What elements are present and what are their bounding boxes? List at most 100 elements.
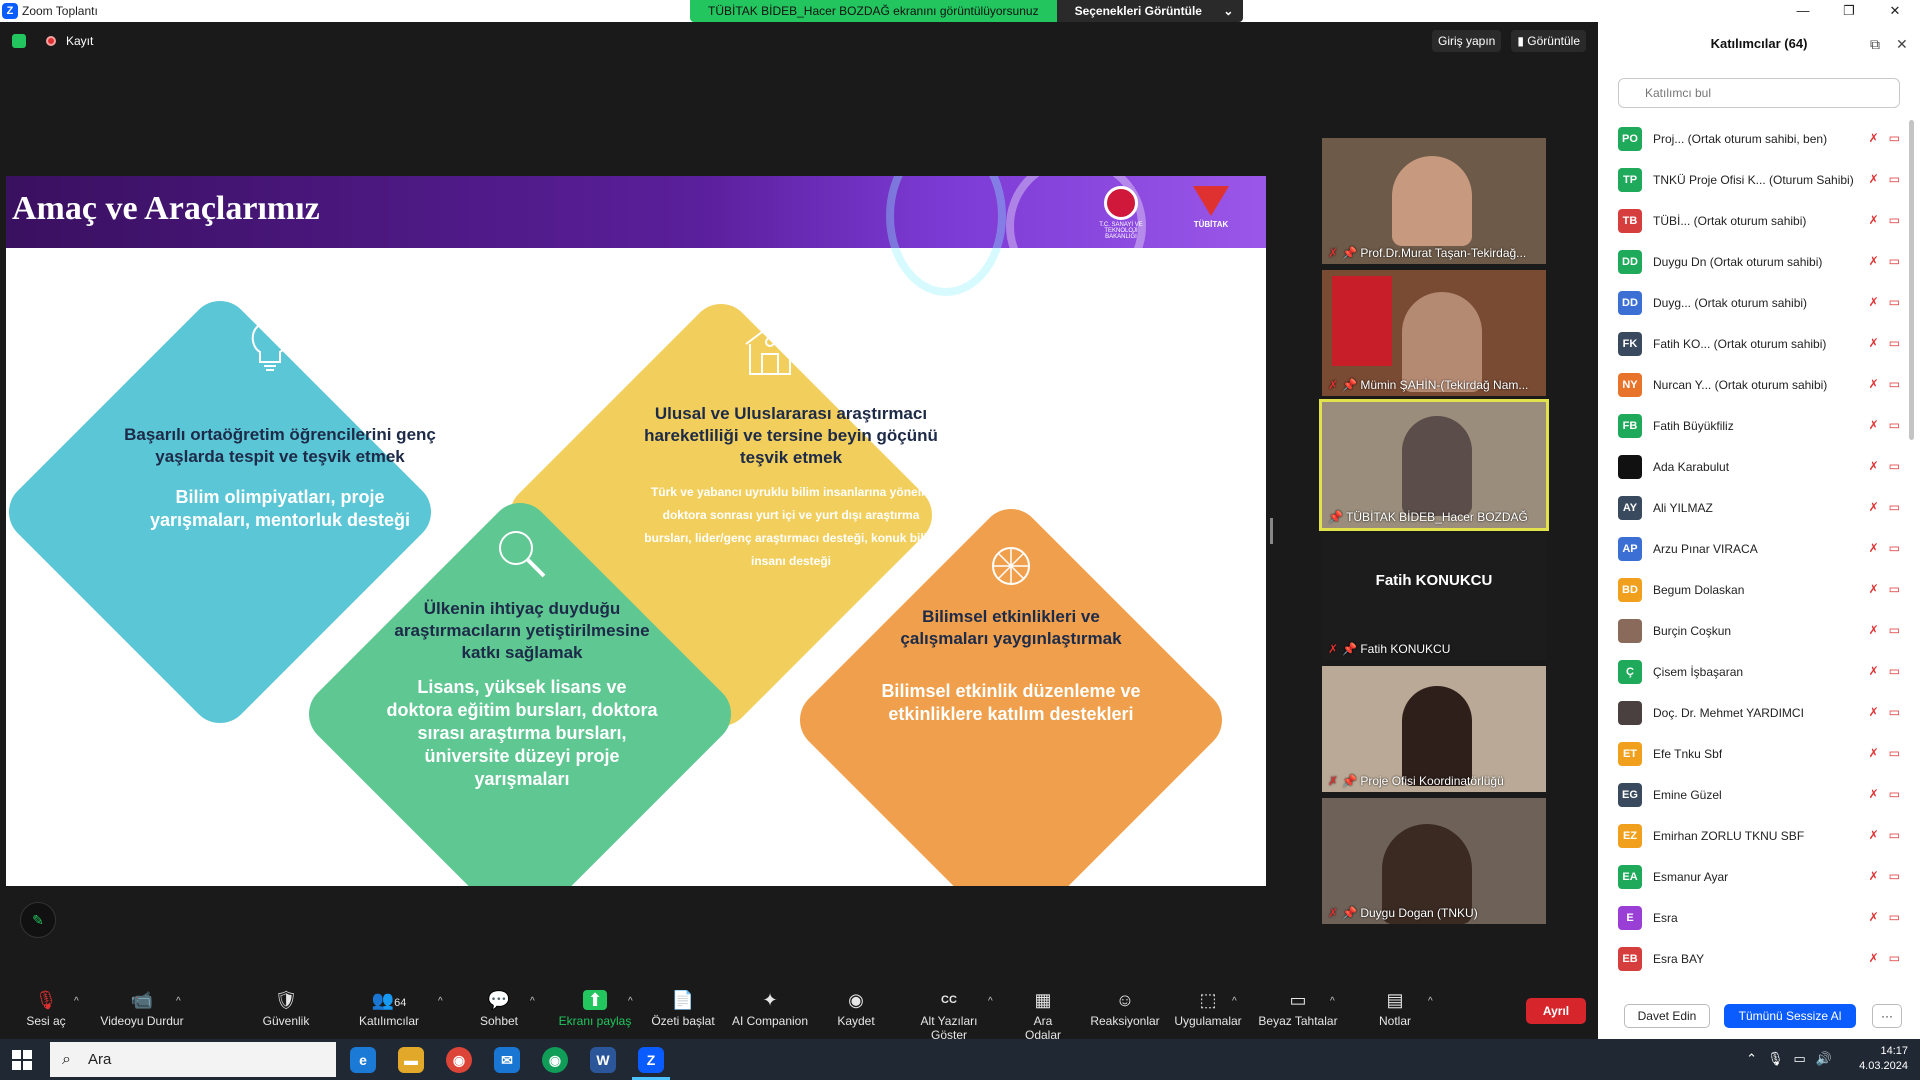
video-tile[interactable]: ✗ 📌 Prof.Dr.Murat Taşan-Tekirdağ... — [1322, 138, 1546, 264]
leave-button[interactable]: Ayrıl — [1526, 998, 1586, 1024]
muted-mic-icon: ✗ — [1868, 254, 1879, 268]
avatar: FB — [1618, 413, 1642, 438]
chat-bubble-icon: 💬 — [487, 990, 511, 1010]
video-options-caret[interactable]: ^ — [176, 996, 181, 1007]
avatar: PO — [1618, 126, 1642, 151]
participant-row[interactable]: Ada Karabulut ✗ ▭ — [1618, 446, 1908, 487]
edge-icon[interactable]: e — [350, 1047, 376, 1073]
participant-row[interactable]: FK Fatih KO... (Ortak oturum sahibi) ✗ ▭ — [1618, 323, 1908, 364]
participant-row[interactable]: TP TNKÜ Proje Ofisi K... (Oturum Sahibi) ✗… — [1618, 159, 1908, 200]
participant-status-icons: ✗ ▭ — [1869, 172, 1900, 186]
muted-mic-icon: ✗ — [1868, 623, 1879, 637]
microphone-tray-icon[interactable]: 🎙 — [1767, 1051, 1784, 1067]
mail-icon[interactable]: ✉ — [494, 1047, 520, 1073]
slide-header: Amaç ve Araçlarımız T.C. SANAYİ VE TEKNO… — [6, 176, 1266, 296]
participant-row[interactable]: AP Arzu Pınar VIRACA ✗ ▭ — [1618, 528, 1908, 569]
security-shield-icon[interactable] — [12, 34, 26, 48]
muted-mic-icon: ✗ — [1868, 705, 1879, 719]
participant-row[interactable]: TB TÜBİ... (Ortak oturum sahibi) ✗ ▭ — [1618, 200, 1908, 241]
captions-button[interactable]: CC Alt Yazıları Göster — [902, 990, 996, 1042]
whiteboards-options-caret[interactable]: ^ — [1330, 996, 1335, 1007]
ai-companion-button[interactable]: ✦ AI Companion — [730, 990, 810, 1028]
view-options-label: Seçenekleri Görüntüle — [1074, 4, 1202, 18]
windows-start-icon[interactable] — [12, 1050, 32, 1070]
close-window-button[interactable]: ✕ — [1872, 0, 1918, 22]
participants-options-caret[interactable]: ^ — [438, 996, 443, 1007]
invite-button[interactable]: Davet Edin — [1624, 1004, 1710, 1028]
file-explorer-icon[interactable]: ▬ — [398, 1047, 424, 1073]
captions-options-caret[interactable]: ^ — [988, 996, 993, 1007]
muted-mic-icon: ✗ — [1868, 418, 1879, 432]
ai-sparkle-icon: ✦ — [762, 990, 778, 1010]
share-options-caret[interactable]: ^ — [628, 996, 633, 1007]
network-icon[interactable]: ▭ — [1794, 1051, 1806, 1067]
breakout-rooms-button[interactable]: ▦ Ara Odalar — [1014, 990, 1072, 1042]
close-icon[interactable]: ✕ — [1896, 36, 1908, 53]
chrome-profile-icon[interactable]: ◉ — [542, 1047, 568, 1073]
participant-status-icons: ✗ ▭ — [1869, 787, 1900, 801]
system-clock[interactable]: 14:17 4.03.2024 — [1859, 1044, 1908, 1074]
restore-button[interactable]: ❐ — [1826, 0, 1872, 22]
participant-row[interactable]: AY Ali YILMAZ ✗ ▭ — [1618, 487, 1908, 528]
stop-video-button[interactable]: 📹 Videoyu Durdur — [96, 990, 188, 1028]
participant-row[interactable]: NY Nurcan Y... (Ortak oturum sahibi) ✗ ▭ — [1618, 364, 1908, 405]
notes-button[interactable]: ▤ Notlar — [1376, 990, 1414, 1028]
apps-options-caret[interactable]: ^ — [1232, 996, 1237, 1007]
video-tile[interactable]: ✗ 📌 Duygu Dogan (TNKU) — [1322, 798, 1546, 924]
participant-row[interactable]: EA Esmanur Ayar ✗ ▭ — [1618, 856, 1908, 897]
participant-status-icons: ✗ ▭ — [1869, 623, 1900, 637]
video-tile[interactable]: ✗ 📌 Proje Ofisi Koordinatörlüğü — [1322, 666, 1546, 792]
zoom-taskbar-icon[interactable]: Z — [638, 1047, 664, 1073]
participant-row[interactable]: FB Fatih Büyükfiliz ✗ ▭ — [1618, 405, 1908, 446]
video-tile[interactable]: ✗ 📌 Mümin ŞAHİN-(Tekirdağ Nam... — [1322, 270, 1546, 396]
reactions-button[interactable]: ☺ Reaksiyonlar — [1090, 990, 1160, 1028]
view-button[interactable]: ▮ Görüntüle — [1511, 30, 1586, 52]
participant-search-input[interactable] — [1618, 78, 1900, 108]
record-button[interactable]: ◉ Kaydet — [836, 990, 876, 1028]
participant-row[interactable]: DD Duygu Dn (Ortak oturum sahibi) ✗ ▭ — [1618, 241, 1908, 282]
participant-name: Ada Karabulut — [1653, 459, 1730, 474]
participant-row[interactable]: EZ Emirhan ZORLU TKNU SBF ✗ ▭ — [1618, 815, 1908, 856]
participant-status-icons: ✗ ▭ — [1869, 131, 1900, 145]
chat-options-caret[interactable]: ^ — [530, 996, 535, 1007]
participant-row[interactable]: E Esra ✗ ▭ — [1618, 897, 1908, 938]
volume-icon[interactable]: 🔊 — [1816, 1051, 1832, 1067]
participant-row[interactable]: BD Begum Dolaskan ✗ ▭ — [1618, 569, 1908, 610]
annotate-pencil-icon[interactable]: ✎ — [20, 902, 56, 938]
resize-handle[interactable] — [1270, 518, 1273, 544]
mute-all-button[interactable]: Tümünü Sessize Al — [1724, 1004, 1856, 1028]
word-icon[interactable]: W — [590, 1047, 616, 1073]
muted-mic-icon: ✗ — [1328, 906, 1339, 920]
popout-icon[interactable]: ⧉ — [1870, 36, 1880, 53]
video-tile-active-speaker[interactable]: 📌 TÜBİTAK BİDEB_Hacer BOZDAĞ — [1319, 399, 1549, 531]
more-options-button[interactable]: ··· — [1872, 1004, 1902, 1028]
participant-row[interactable]: Burçin Coşkun ✗ ▭ — [1618, 610, 1908, 651]
participant-row[interactable]: EG Emine Güzel ✗ ▭ — [1618, 774, 1908, 815]
participant-row[interactable]: DD Duyg... (Ortak oturum sahibi) ✗ ▭ — [1618, 282, 1908, 323]
unmute-button[interactable]: 🎙 Sesi aç — [26, 990, 66, 1028]
participant-name: Duyg... (Ortak oturum sahibi) — [1653, 295, 1808, 310]
security-button[interactable]: 🛡 Güvenlik — [256, 990, 316, 1028]
participant-row[interactable]: EB Esra BAY ✗ ▭ — [1618, 938, 1908, 979]
chrome-icon[interactable]: ◉ — [446, 1047, 472, 1073]
participant-row[interactable]: Doç. Dr. Mehmet YARDIMCI ✗ ▭ — [1618, 692, 1908, 733]
signin-button[interactable]: Giriş yapın — [1432, 30, 1502, 52]
participant-row[interactable]: Ç Çisem İşbaşaran ✗ ▭ — [1618, 651, 1908, 692]
minimize-button[interactable]: — — [1780, 0, 1826, 22]
window-title: Zoom Toplantı — [22, 4, 98, 18]
participant-row[interactable]: ET Efe Tnku Sbf ✗ ▭ — [1618, 733, 1908, 774]
start-summary-button[interactable]: 📄 Özeti başlat — [650, 990, 716, 1028]
taskbar-search-box[interactable]: ⌕ Ara — [50, 1042, 336, 1077]
view-options-button[interactable]: Seçenekleri Görüntüle ⌄ — [1056, 0, 1244, 22]
participant-status-icons: ✗ ▭ — [1869, 746, 1900, 760]
chevron-up-icon[interactable]: ⌃ — [1746, 1051, 1757, 1067]
chat-button[interactable]: 💬 Sohbet — [476, 990, 522, 1028]
audio-options-caret[interactable]: ^ — [74, 996, 79, 1007]
notes-options-caret[interactable]: ^ — [1428, 996, 1433, 1007]
video-tile[interactable]: Fatih KONUKCU ✗ 📌 Fatih KONUKCU — [1322, 534, 1546, 660]
participant-row[interactable]: PO Proj... (Ortak oturum sahibi, ben) ✗ ▭ — [1618, 118, 1908, 159]
whiteboards-button[interactable]: ▭ Beyaz Tahtalar — [1256, 990, 1340, 1028]
participants-button[interactable]: 👥64 Katılımcılar — [356, 990, 422, 1028]
share-screen-button[interactable]: ⬆ Ekranı paylaş — [556, 990, 634, 1028]
scrollbar[interactable] — [1909, 120, 1914, 440]
